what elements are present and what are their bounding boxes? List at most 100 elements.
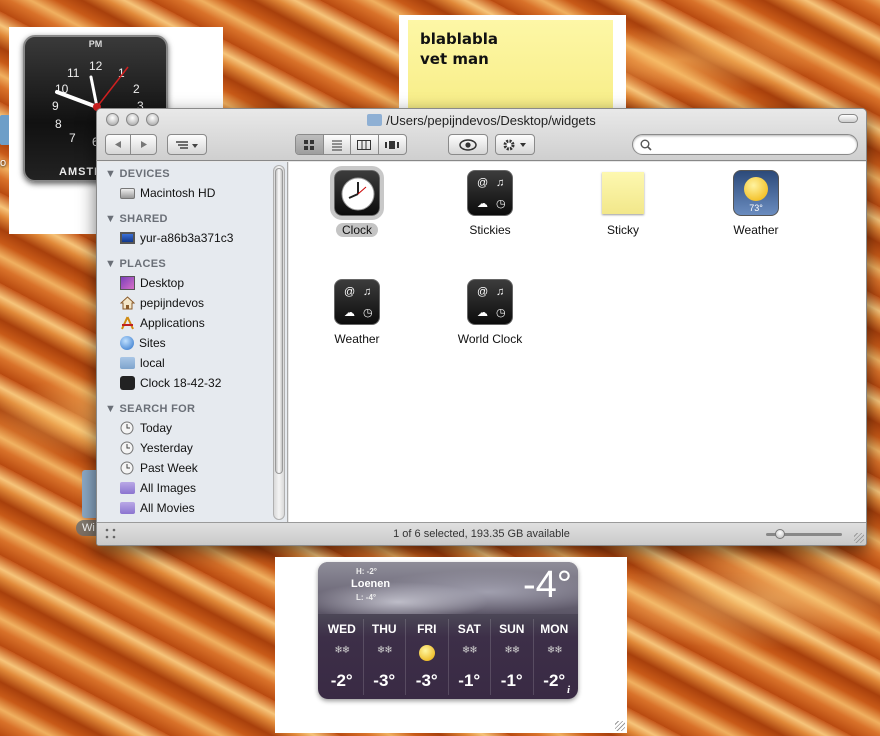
file-item-weather-2[interactable]: @ ♫ ☁ ◷ Weather bbox=[301, 279, 413, 346]
toolbar: /Users/pepijndevos/Desktop/widgets bbox=[97, 109, 866, 161]
file-item-label: Weather bbox=[334, 332, 380, 346]
sidebar-item-all-images[interactable]: All Images bbox=[120, 479, 196, 497]
info-button[interactable]: i bbox=[567, 684, 570, 696]
sidebar-item-label: Desktop bbox=[140, 276, 185, 290]
sidebar-item-macintosh-hd[interactable]: Macintosh HD bbox=[120, 184, 215, 202]
forecast-day: THU ❄❄ -3° bbox=[364, 619, 406, 695]
sidebar-item-label: Yesterday bbox=[140, 441, 193, 455]
sidebar-header-devices[interactable]: ▼ DEVICES bbox=[105, 168, 170, 180]
widget-resize-grip[interactable] bbox=[615, 721, 625, 731]
sticky-widget[interactable]: blablabla vet man bbox=[399, 15, 626, 115]
folder-icon bbox=[367, 114, 383, 126]
icon-size-slider[interactable] bbox=[766, 529, 842, 539]
sidebar-item-past-week[interactable]: Past Week bbox=[120, 459, 198, 477]
sidebar-item-local[interactable]: local bbox=[120, 354, 165, 372]
sticky-note[interactable]: blablabla vet man bbox=[408, 20, 613, 115]
sidebar-header-places[interactable]: ▼ PLACES bbox=[105, 258, 166, 270]
clock-icon bbox=[120, 421, 134, 435]
home-icon bbox=[120, 296, 135, 310]
forward-arrow-icon bbox=[141, 141, 147, 148]
file-item-label: Sticky bbox=[606, 223, 639, 237]
weather-icon-temp: 73° bbox=[749, 203, 763, 213]
applications-icon bbox=[121, 316, 134, 330]
weather-city: Loenen bbox=[351, 578, 391, 590]
toolbar-toggle-button[interactable] bbox=[838, 114, 858, 123]
forecast-day-temp: -2° bbox=[330, 671, 353, 690]
sidebar-scroll-thumb[interactable] bbox=[275, 168, 283, 474]
sidebar-item-shared-computer[interactable]: yur-a86b3a371c3 bbox=[120, 229, 233, 247]
smart-folder-icon bbox=[120, 482, 135, 494]
slider-knob[interactable] bbox=[775, 529, 785, 539]
status-text: 1 of 6 selected, 193.35 GB available bbox=[393, 528, 570, 540]
weather-widget[interactable]: H: -2° Loenen L: -4° -4° WED ❄❄ -2° THU … bbox=[275, 557, 627, 733]
list-view-button[interactable] bbox=[324, 135, 351, 154]
arrange-button[interactable] bbox=[167, 134, 207, 155]
cover-flow-icon bbox=[385, 140, 400, 149]
sidebar-header-search-for[interactable]: ▼ SEARCH FOR bbox=[105, 403, 195, 415]
sidebar-item-desktop[interactable]: Desktop bbox=[120, 274, 184, 292]
status-bar: 1 of 6 selected, 193.35 GB available bbox=[97, 522, 866, 545]
weather-panel[interactable]: H: -2° Loenen L: -4° -4° WED ❄❄ -2° THU … bbox=[318, 562, 578, 699]
file-item-weather[interactable]: 73° Weather bbox=[700, 170, 812, 237]
forecast-day-name: MON bbox=[540, 622, 569, 636]
snow-icon: ❄❄ bbox=[334, 645, 350, 656]
forward-button[interactable] bbox=[131, 135, 156, 154]
sidebar-scrollbar[interactable] bbox=[273, 165, 285, 520]
file-item-label: Stickies bbox=[469, 223, 511, 237]
sidebar-item-clock[interactable]: Clock 18-42-32 bbox=[120, 374, 221, 392]
sidebar-item-label: local bbox=[140, 356, 165, 370]
sidebar-item-applications[interactable]: Applications bbox=[120, 314, 205, 332]
icon-view-button[interactable] bbox=[296, 135, 324, 154]
sidebar-item-today[interactable]: Today bbox=[120, 419, 172, 437]
window-resize-grip[interactable] bbox=[854, 533, 864, 543]
sidebar-header-shared[interactable]: ▼ SHARED bbox=[105, 213, 168, 225]
sidebar: ▼ DEVICES Macintosh HD ▼ SHARED yur-a86b… bbox=[97, 162, 288, 523]
icon-view-icon bbox=[304, 139, 315, 150]
file-item-clock[interactable]: Clock bbox=[301, 166, 413, 237]
column-view-icon bbox=[357, 139, 372, 150]
clock-icon bbox=[120, 461, 134, 475]
sidebar-item-all-movies[interactable]: All Movies bbox=[120, 499, 195, 517]
weather-high: H: -2° bbox=[356, 567, 377, 576]
dashcode-icon: @ ♫ ☁ ◷ bbox=[467, 279, 513, 325]
forecast-day: SUN ❄❄ -1° bbox=[491, 619, 534, 695]
back-button[interactable] bbox=[106, 135, 132, 154]
quick-look-button[interactable] bbox=[448, 134, 488, 155]
gear-icon bbox=[503, 139, 526, 150]
finder-window[interactable]: /Users/pepijndevos/Desktop/widgets ▼ DEV… bbox=[96, 108, 867, 546]
snow-icon: ❄❄ bbox=[546, 645, 563, 656]
search-field[interactable] bbox=[632, 134, 858, 155]
column-view-button[interactable] bbox=[351, 135, 379, 154]
sidebar-item-home[interactable]: pepijndevos bbox=[120, 294, 204, 312]
file-item-world-clock[interactable]: @ ♫ ☁ ◷ World Clock bbox=[434, 279, 546, 346]
cover-flow-button[interactable] bbox=[379, 135, 406, 154]
sidebar-item-label: Applications bbox=[140, 316, 205, 330]
sidebar-item-sites[interactable]: Sites bbox=[120, 334, 166, 352]
dashcode-icon: @ ♫ ☁ ◷ bbox=[334, 279, 380, 325]
sticky-note-icon bbox=[602, 172, 644, 214]
forecast-day-name: WED bbox=[327, 622, 356, 636]
back-forward-control bbox=[105, 134, 157, 155]
forecast-day-name: SAT bbox=[457, 622, 481, 636]
arrange-icon bbox=[176, 140, 198, 149]
sidebar-item-yesterday[interactable]: Yesterday bbox=[120, 439, 193, 457]
weather-current-temp: -4° bbox=[523, 564, 572, 606]
sidebar-item-label: Sites bbox=[139, 336, 166, 350]
sidebar-item-label: Past Week bbox=[140, 461, 198, 475]
clock-icon bbox=[330, 166, 384, 220]
file-item-label: Weather bbox=[733, 223, 779, 237]
sticky-line: vet man bbox=[420, 50, 489, 68]
sidebar-item-label: yur-a86b3a371c3 bbox=[140, 231, 234, 245]
smart-folder-icon bbox=[120, 502, 135, 514]
back-arrow-icon bbox=[114, 141, 121, 148]
desktop-icon bbox=[120, 276, 135, 290]
weather-icon: 73° bbox=[733, 170, 779, 216]
forecast-day-name: SUN bbox=[499, 622, 525, 636]
list-view-icon bbox=[331, 140, 342, 150]
action-menu-button[interactable] bbox=[495, 134, 535, 155]
search-input[interactable] bbox=[655, 138, 851, 150]
file-item-stickies[interactable]: @ ♫ ☁ ◷ Stickies bbox=[434, 170, 546, 237]
folder-icon bbox=[120, 357, 135, 369]
forecast-day-temp: -1° bbox=[500, 671, 523, 690]
file-item-sticky[interactable]: Sticky bbox=[567, 170, 679, 237]
